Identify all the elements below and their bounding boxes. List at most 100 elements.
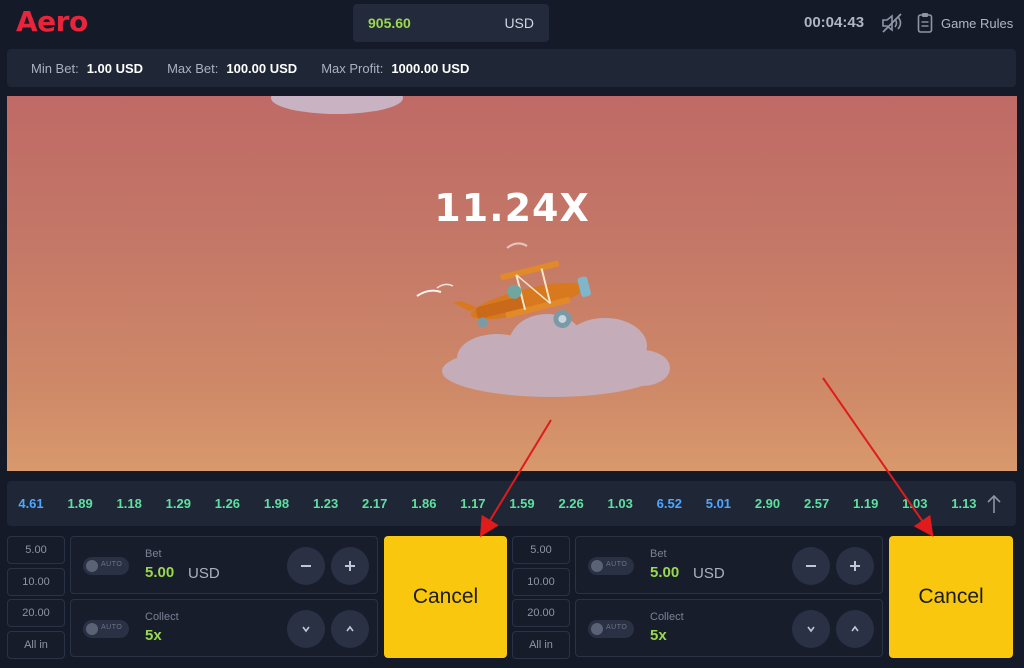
- bet-limits-bar: Min Bet: 1.00 USD Max Bet: 100.00 USD Ma…: [7, 49, 1016, 87]
- history-multiplier: 1.18: [116, 496, 142, 511]
- chevron-up-icon: [851, 625, 859, 632]
- history-multiplier: 1.17: [460, 496, 486, 511]
- minus-icon: [806, 565, 816, 567]
- bet-panel-left: 5.00 10.00 20.00 All in AUTO Bet 5.00 US…: [7, 536, 507, 662]
- sound-toggle-button[interactable]: [880, 12, 904, 34]
- history-multiplier: 1.89: [67, 496, 93, 511]
- plus-icon: [850, 561, 860, 571]
- history-multiplier: 1.59: [509, 496, 535, 511]
- toggle-label: AUTO: [606, 561, 628, 568]
- balance-currency: USD: [504, 15, 534, 31]
- quick-bet-20[interactable]: 20.00: [512, 599, 570, 627]
- decrease-collect-button[interactable]: [792, 610, 830, 648]
- increase-bet-button[interactable]: [836, 547, 874, 585]
- multiplier-history: 4.61 1.89 1.18 1.29 1.26 1.98 1.23 2.17 1.86 1.17…: [7, 481, 1016, 526]
- history-multiplier: 1.19: [853, 496, 879, 511]
- history-multiplier: 1.29: [165, 496, 191, 511]
- bet-amount[interactable]: 5.00: [650, 564, 679, 581]
- auto-bet-toggle[interactable]: AUTO: [588, 557, 634, 575]
- plus-icon: [345, 561, 355, 571]
- quick-bet-10[interactable]: 10.00: [7, 568, 65, 596]
- bet-row: AUTO Bet 5.00 USD: [70, 536, 378, 594]
- chevron-down-icon: [302, 626, 310, 633]
- quick-bet-all-in[interactable]: All in: [7, 631, 65, 659]
- decrease-bet-button[interactable]: [792, 547, 830, 585]
- balance-display: 905.60 USD: [353, 4, 549, 42]
- toggle-knob: [591, 623, 603, 635]
- toggle-knob: [86, 623, 98, 635]
- toggle-label: AUTO: [101, 561, 123, 568]
- bet-currency: USD: [188, 565, 220, 582]
- bet-panel-right: 5.00 10.00 20.00 All in AUTO Bet 5.00 US…: [512, 536, 1017, 662]
- game-scene: [271, 96, 670, 397]
- max-bet-value: 100.00 USD: [226, 60, 298, 76]
- decrease-collect-button[interactable]: [287, 610, 325, 648]
- minus-icon: [301, 565, 311, 567]
- clock: 00:04:43: [804, 14, 865, 31]
- cancel-button[interactable]: Cancel: [384, 536, 507, 658]
- chevron-up-icon: [346, 625, 354, 632]
- min-bet-value: 1.00 USD: [86, 60, 144, 76]
- auto-collect-toggle[interactable]: AUTO: [588, 620, 634, 638]
- history-multiplier: 1.03: [607, 496, 633, 511]
- auto-bet-toggle[interactable]: AUTO: [83, 557, 129, 575]
- history-multiplier: 2.17: [362, 496, 388, 511]
- auto-collect-toggle[interactable]: AUTO: [83, 620, 129, 638]
- collect-value[interactable]: 5x: [650, 627, 667, 644]
- bet-row: AUTO Bet 5.00 USD: [575, 536, 883, 594]
- collect-row: AUTO Collect 5x: [70, 599, 378, 657]
- history-multiplier: 1.26: [214, 496, 241, 511]
- top-bar: Aero 905.60 USD 00:04:43 Game Rules: [0, 0, 1024, 46]
- increase-collect-button[interactable]: [836, 610, 874, 648]
- toggle-knob: [591, 560, 603, 572]
- collect-label: Collect: [145, 611, 179, 623]
- collect-row: AUTO Collect 5x: [575, 599, 883, 657]
- history-multiplier: 5.01: [705, 496, 732, 511]
- bet-amount[interactable]: 5.00: [145, 564, 174, 581]
- quick-bet-5[interactable]: 5.00: [512, 536, 570, 564]
- app-logo: Aero: [16, 5, 88, 38]
- multiplier-display: 11.24X: [434, 186, 590, 230]
- chevron-down-icon: [807, 626, 815, 633]
- history-list: 4.61 1.89 1.18 1.29 1.26 1.98 1.23 2.17 1.86 1.17…: [7, 481, 987, 526]
- collect-value[interactable]: 5x: [145, 627, 162, 644]
- max-profit-value: 1000.00 USD: [391, 60, 470, 76]
- game-rules-button[interactable]: Game Rules: [917, 10, 1013, 36]
- toggle-label: AUTO: [606, 624, 628, 631]
- history-expand-icon[interactable]: [986, 494, 1002, 514]
- max-bet-label: Max Bet:: [167, 60, 219, 76]
- bet-label: Bet: [145, 548, 162, 560]
- history-multiplier: 1.23: [312, 496, 339, 511]
- history-multiplier: 2.57: [803, 496, 830, 511]
- cloud: [442, 314, 670, 397]
- bet-label: Bet: [650, 548, 667, 560]
- quick-bet-5[interactable]: 5.00: [7, 536, 65, 564]
- history-multiplier: 2.26: [558, 496, 584, 511]
- max-profit-label: Max Profit:: [321, 60, 384, 76]
- history-multiplier: 1.03: [902, 496, 928, 511]
- increase-collect-button[interactable]: [331, 610, 369, 648]
- history-multiplier: 4.61: [18, 496, 44, 511]
- toggle-knob: [86, 560, 98, 572]
- rules-icon: [917, 13, 933, 33]
- history-multiplier: 2.90: [754, 496, 781, 511]
- sound-muted-icon: [882, 13, 902, 33]
- cancel-button[interactable]: Cancel: [889, 536, 1013, 658]
- game-canvas: 11.24X: [7, 96, 1017, 471]
- history-multiplier: 6.52: [656, 496, 682, 511]
- game-rules-label: Game Rules: [941, 15, 1014, 31]
- cloud-top: [271, 96, 403, 114]
- quick-bet-10[interactable]: 10.00: [512, 568, 570, 596]
- collect-label: Collect: [650, 611, 684, 623]
- quick-bet-all-in[interactable]: All in: [512, 631, 570, 659]
- increase-bet-button[interactable]: [331, 547, 369, 585]
- history-multiplier: 1.13: [951, 496, 977, 511]
- history-multiplier: 1.86: [411, 496, 437, 511]
- min-bet-label: Min Bet:: [31, 60, 79, 76]
- balance-amount: 905.60: [368, 15, 411, 31]
- toggle-label: AUTO: [101, 624, 123, 631]
- history-multiplier: 1.98: [263, 496, 290, 511]
- quick-bet-20[interactable]: 20.00: [7, 599, 65, 627]
- decrease-bet-button[interactable]: [287, 547, 325, 585]
- bet-currency: USD: [693, 565, 725, 582]
